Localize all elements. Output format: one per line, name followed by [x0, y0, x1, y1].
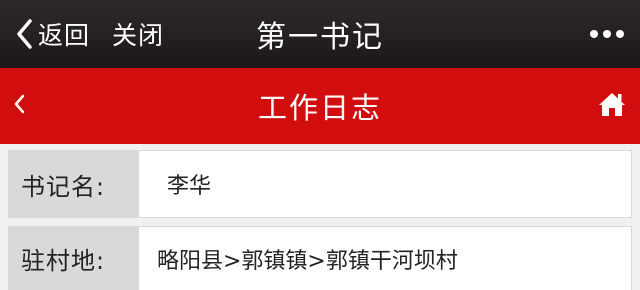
home-icon	[598, 91, 626, 121]
field-value: 略阳县>郭镇镇>郭镇干河坝村	[157, 248, 458, 274]
field-label: 书记名:	[9, 151, 139, 217]
app-title: 第一书记	[256, 20, 384, 55]
back-chevron-icon	[16, 19, 32, 49]
page-header: 工作日志	[0, 68, 640, 144]
header-back-button[interactable]	[12, 68, 26, 144]
more-button[interactable]	[590, 0, 624, 68]
field-label: 驻村地:	[9, 227, 139, 290]
field-row-village: 驻村地: 略阳县>郭镇镇>郭镇干河坝村	[8, 226, 632, 290]
back-button[interactable]: 返回	[16, 0, 90, 68]
back-arrow-icon	[12, 93, 26, 119]
back-label: 返回	[38, 21, 91, 50]
home-button[interactable]	[598, 68, 626, 144]
more-dots-icon	[590, 30, 598, 38]
page-title: 工作日志	[257, 91, 382, 125]
close-button[interactable]: 关闭	[112, 0, 164, 68]
wechat-nav-bar: 返回 关闭 第一书记	[0, 0, 640, 68]
field-row-secretary-name: 书记名: 李华	[8, 150, 632, 218]
field-value: 李华	[167, 174, 212, 199]
